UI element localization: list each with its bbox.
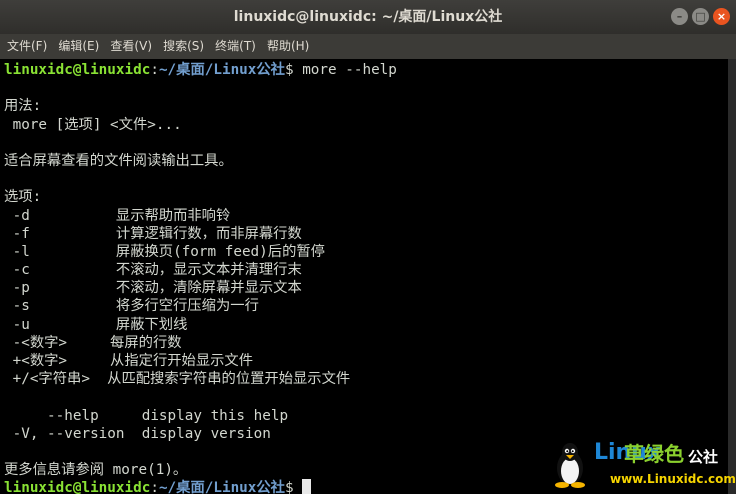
output-line: -p 不滚动，清除屏幕并显示文本 bbox=[4, 280, 302, 297]
scrollbar[interactable] bbox=[728, 59, 736, 494]
prompt-dollar: $ bbox=[284, 62, 303, 78]
terminal-area[interactable]: linuxidc@linuxidc:~/桌面/Linux公社$ more --h… bbox=[0, 59, 728, 494]
menu-file[interactable]: 文件(F) bbox=[0, 34, 47, 59]
prompt-path: ~/桌面/Linux公社 bbox=[158, 480, 285, 494]
menu-edit[interactable]: 编辑(E) bbox=[51, 34, 99, 59]
maximize-button[interactable]: □ bbox=[692, 8, 709, 25]
menu-bar: 文件(F) 编辑(E) 查看(V) 搜索(S) 终端(T) 帮助(H) bbox=[0, 34, 736, 59]
output-line: +<数字> 从指定行开始显示文件 bbox=[4, 353, 254, 369]
output-line: -c 不滚动，显示文本并清理行末 bbox=[4, 262, 302, 279]
output-line: --help display this help bbox=[4, 407, 289, 424]
watermark-logo: Linux 草绿色 公社 www.Linuxidc.com bbox=[552, 438, 736, 492]
prompt-path: ~/桌面/Linux公社 bbox=[158, 62, 285, 78]
prompt-user: linuxidc@linuxidc bbox=[4, 480, 151, 494]
window-title: linuxidc@linuxidc: ~/桌面/Linux公社 bbox=[233, 9, 503, 25]
output-line: -l 屏蔽换页(form feed)后的暂停 bbox=[4, 243, 325, 260]
output-line: 用法: bbox=[4, 98, 42, 115]
title-bar[interactable]: linuxidc@linuxidc: ~/桌面/Linux公社 – □ × bbox=[0, 0, 736, 34]
menu-view[interactable]: 查看(V) bbox=[103, 34, 152, 59]
command-text: more --help bbox=[302, 62, 397, 78]
output-line: +/<字符串> 从匹配搜索字符串的位置开始显示文件 bbox=[4, 371, 351, 388]
output-line: -u 屏蔽下划线 bbox=[4, 316, 188, 333]
menu-search[interactable]: 搜索(S) bbox=[156, 34, 204, 59]
output-line: 适合屏幕查看的文件阅读输出工具。 bbox=[4, 152, 233, 169]
prompt-user: linuxidc@linuxidc bbox=[4, 62, 151, 78]
terminal-window: linuxidc@linuxidc: ~/桌面/Linux公社 – □ × 文件… bbox=[0, 0, 736, 494]
watermark-brand: 草绿色 bbox=[624, 442, 684, 466]
watermark-suffix: 公社 bbox=[688, 448, 719, 466]
watermark-url: www.Linuxidc.com bbox=[610, 472, 736, 486]
output-line: -<数字> 每屏的行数 bbox=[4, 334, 182, 351]
prompt-separator: : bbox=[150, 480, 159, 494]
output-line: -s 将多行空行压缩为一行 bbox=[4, 298, 259, 315]
tux-penguin-icon bbox=[555, 443, 585, 488]
prompt-separator: : bbox=[150, 62, 159, 78]
menu-help[interactable]: 帮助(H) bbox=[260, 34, 309, 59]
text-cursor bbox=[302, 479, 312, 494]
output-line: more [选项] <文件>... bbox=[4, 116, 182, 133]
prompt-dollar: $ bbox=[284, 480, 303, 494]
minimize-button[interactable]: – bbox=[671, 8, 688, 25]
menu-terminal[interactable]: 终端(T) bbox=[208, 34, 256, 59]
command-line: linuxidc@linuxidc:~/桌面/Linux公社$ more --h… bbox=[4, 61, 728, 79]
output-line: -f 计算逻辑行数，而非屏幕行数 bbox=[4, 225, 302, 242]
output-line: 选项: bbox=[4, 189, 42, 206]
output-line: -d 显示帮助而非响铃 bbox=[4, 207, 231, 224]
close-button[interactable]: × bbox=[713, 8, 730, 25]
